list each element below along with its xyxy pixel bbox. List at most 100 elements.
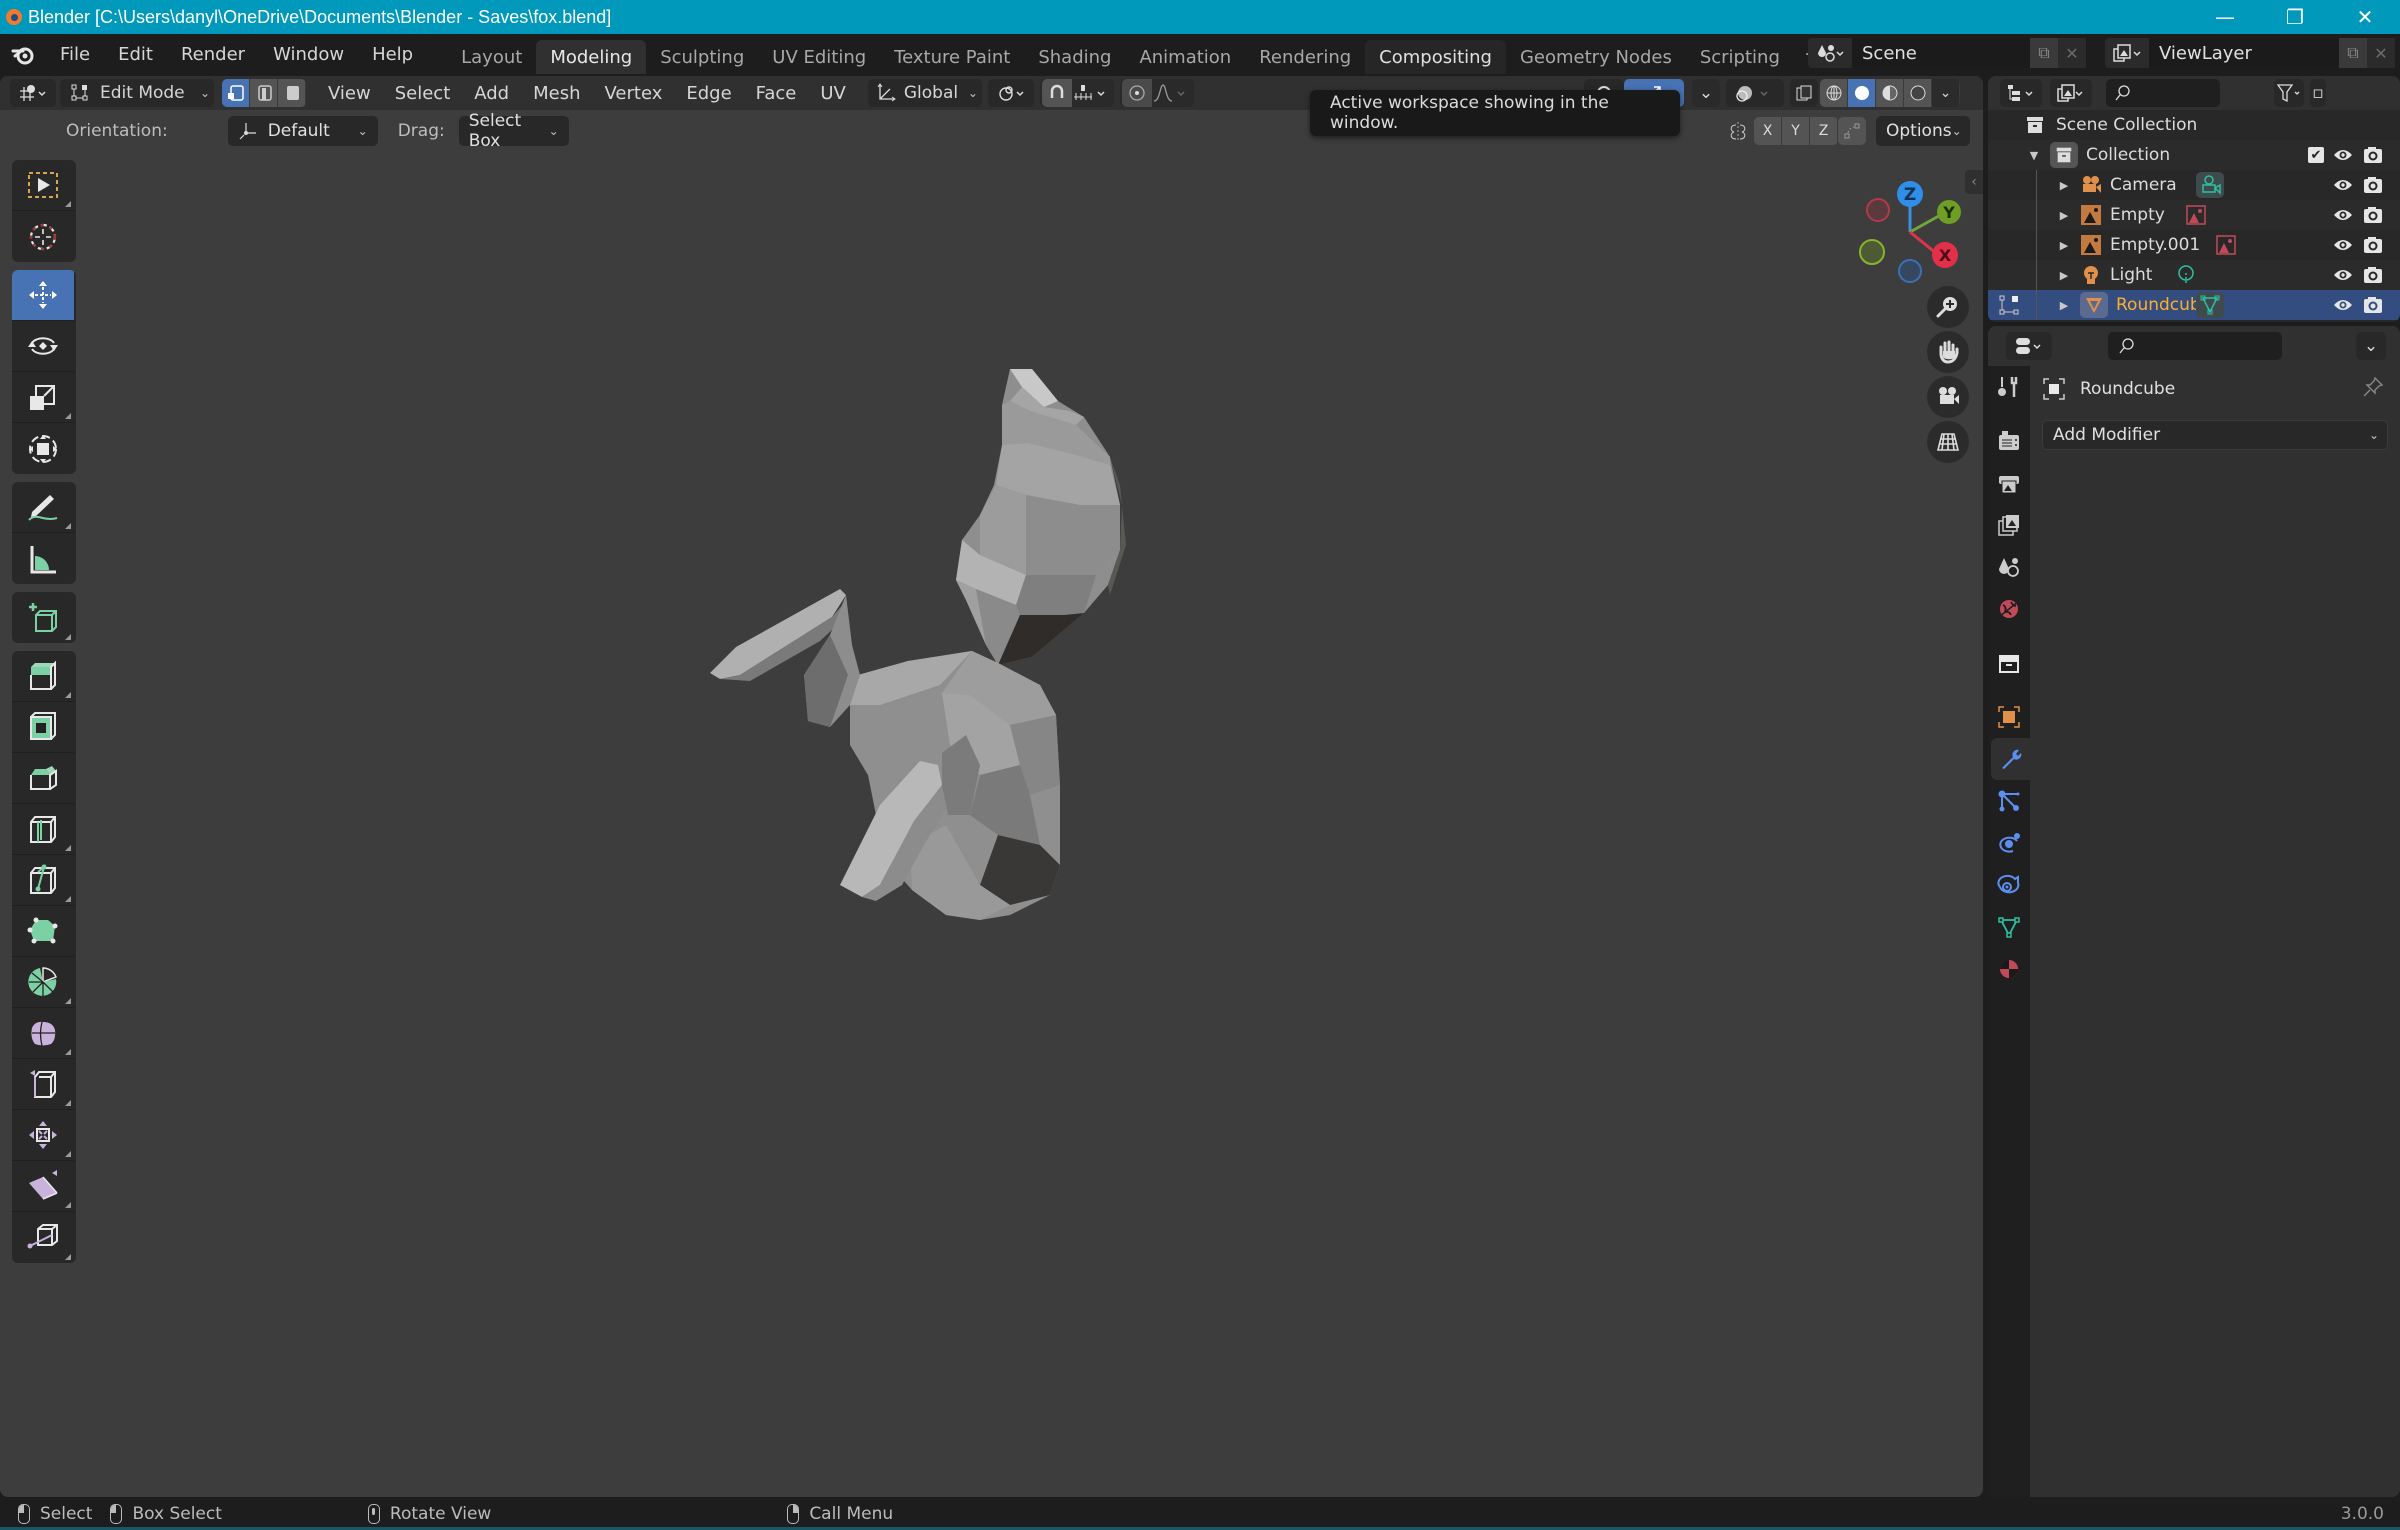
scene-icon[interactable] <box>1808 38 1852 68</box>
expand-arrow-icon[interactable]: ▶ <box>2056 209 2072 222</box>
tool-add-cube[interactable] <box>12 592 74 643</box>
pan-view-button[interactable] <box>1927 331 1969 373</box>
viewlayer-selector[interactable]: ViewLayer ⧉ ✕ <box>2105 38 2395 68</box>
camera-data-icon[interactable] <box>2196 172 2224 198</box>
outliner-row[interactable]: ▶ Light <box>1988 260 2400 290</box>
delete-scene-button[interactable]: ✕ <box>2058 38 2086 68</box>
collapse-arrow-icon[interactable]: ▼ <box>2026 149 2042 162</box>
viewlayer-name[interactable]: ViewLayer <box>2149 38 2339 68</box>
tab-compositing[interactable]: Compositing <box>1365 40 1506 74</box>
properties-tab-constraints[interactable] <box>1988 864 2030 906</box>
properties-editor-type-button[interactable] <box>2006 332 2052 360</box>
edge-select-button[interactable] <box>250 79 278 107</box>
tool-poly-build[interactable] <box>12 906 74 957</box>
tab-texture-paint[interactable]: Texture Paint <box>880 40 1024 74</box>
properties-tab-scene[interactable] <box>1988 546 2030 588</box>
outliner-editor-type-button[interactable] <box>2000 79 2042 107</box>
material-preview-button[interactable] <box>1876 79 1904 107</box>
mesh-data-icon[interactable] <box>2196 292 2224 318</box>
menu-render[interactable]: Render <box>167 34 259 74</box>
visibility-eye-icon[interactable] <box>2332 144 2354 166</box>
menu-edge[interactable]: Edge <box>674 83 743 104</box>
tool-extrude-region[interactable] <box>12 651 74 702</box>
tab-sculpting[interactable]: Sculpting <box>646 40 758 74</box>
scene-name[interactable]: Scene <box>1852 38 2030 68</box>
mode-selector[interactable]: Edit Mode ⌄ <box>60 79 214 107</box>
outliner-row-scene-collection[interactable]: Scene Collection <box>1988 110 2400 140</box>
mirror-y-toggle[interactable]: Y <box>1782 117 1810 145</box>
solid-shading-button[interactable] <box>1848 79 1876 107</box>
3d-viewport[interactable]: Edit Mode ⌄ View Select Add Mesh Vertex … <box>0 76 1983 1497</box>
tool-bevel[interactable] <box>12 753 74 804</box>
expand-arrow-icon[interactable]: ▶ <box>2056 269 2072 282</box>
tool-select-box[interactable] <box>12 160 74 211</box>
tool-transform[interactable] <box>12 423 74 474</box>
edit-mode-indicator-icon[interactable] <box>1998 294 2020 321</box>
orientation-dropdown[interactable]: Default ⌄ <box>227 116 378 146</box>
restore-button[interactable]: ❐ <box>2260 0 2330 34</box>
properties-tab-data[interactable] <box>1988 906 2030 948</box>
properties-tab-render[interactable] <box>1988 420 2030 462</box>
menu-select[interactable]: Select <box>383 83 463 104</box>
menu-help[interactable]: Help <box>358 34 427 74</box>
outliner-row[interactable]: ▶ Camera <box>1988 170 2400 200</box>
close-button[interactable]: ✕ <box>2330 0 2400 34</box>
properties-tab-output[interactable] <box>1988 462 2030 504</box>
navigation-gizmo[interactable]: Z Y X <box>1850 170 1980 290</box>
magnet-icon[interactable] <box>1041 79 1072 107</box>
rendered-shading-button[interactable] <box>1904 79 1932 107</box>
render-camera-icon[interactable] <box>2362 144 2384 166</box>
visibility-eye-icon[interactable] <box>2332 234 2354 256</box>
tool-rotate[interactable] <box>12 321 74 372</box>
sidebar-toggle-button[interactable]: ‹ <box>1965 170 1983 194</box>
tool-shear[interactable] <box>12 1161 74 1212</box>
tool-loop-cut[interactable] <box>12 804 74 855</box>
render-camera-icon[interactable] <box>2362 294 2384 316</box>
properties-search-input[interactable] <box>2108 332 2282 360</box>
tool-shrink-fatten[interactable] <box>12 1110 74 1161</box>
tab-uv-editing[interactable]: UV Editing <box>758 40 880 74</box>
outliner-row[interactable]: ▶ Empty <box>1988 200 2400 230</box>
blender-menu-icon[interactable] <box>0 34 46 74</box>
tab-shading[interactable]: Shading <box>1024 40 1125 74</box>
neg-x-axis-ball[interactable] <box>1866 198 1890 222</box>
overlay-dropdown[interactable]: ⌄ <box>1692 79 1720 107</box>
tool-scale[interactable] <box>12 372 74 423</box>
transform-orientation-dropdown[interactable]: Global ⌄ <box>867 79 982 107</box>
auto-merge-toggle[interactable] <box>1838 117 1866 145</box>
viewlayer-icon[interactable] <box>2105 38 2149 68</box>
tab-modeling[interactable]: Modeling <box>536 40 647 74</box>
drag-dropdown[interactable]: Select Box ⌄ <box>458 111 569 151</box>
toggle-xray-icon[interactable] <box>1790 79 1818 107</box>
scene-selector[interactable]: Scene ⧉ ✕ <box>1808 38 2086 68</box>
xray-toggle-button[interactable] <box>1726 79 1784 107</box>
neg-z-axis-ball[interactable] <box>1898 259 1922 283</box>
tab-rendering[interactable]: Rendering <box>1245 40 1365 74</box>
properties-options-dropdown[interactable]: ⌄ <box>2356 332 2386 360</box>
new-viewlayer-button[interactable]: ⧉ <box>2339 38 2367 68</box>
tool-measure[interactable] <box>12 533 74 584</box>
tool-spin[interactable] <box>12 957 74 1008</box>
tab-geometry-nodes[interactable]: Geometry Nodes <box>1506 40 1686 74</box>
tab-animation[interactable]: Animation <box>1125 40 1245 74</box>
visibility-eye-icon[interactable] <box>2332 264 2354 286</box>
tab-scripting[interactable]: Scripting <box>1686 40 1794 74</box>
mirror-x-toggle[interactable]: X <box>1754 117 1782 145</box>
camera-view-button[interactable] <box>1927 376 1969 418</box>
pin-icon[interactable] <box>2362 376 2384 403</box>
wireframe-shading-button[interactable] <box>1820 79 1848 107</box>
tool-inset-faces[interactable] <box>12 702 74 753</box>
properties-tab-physics[interactable] <box>1988 822 2030 864</box>
menu-vertex[interactable]: Vertex <box>593 83 675 104</box>
outliner-row[interactable]: ▶ Empty.001 <box>1988 230 2400 260</box>
menu-view[interactable]: View <box>316 83 383 104</box>
exclude-checkbox[interactable]: ✔ <box>2308 147 2324 163</box>
render-camera-icon[interactable] <box>2362 264 2384 286</box>
menu-file[interactable]: File <box>46 34 104 74</box>
outliner-search-input[interactable] <box>2106 79 2220 107</box>
shading-dropdown[interactable]: ⌄ <box>1932 79 1960 107</box>
menu-uv[interactable]: UV <box>808 83 858 104</box>
menu-add[interactable]: Add <box>462 83 521 104</box>
menu-mesh[interactable]: Mesh <box>521 83 592 104</box>
expand-arrow-icon[interactable]: ▶ <box>2056 299 2072 312</box>
